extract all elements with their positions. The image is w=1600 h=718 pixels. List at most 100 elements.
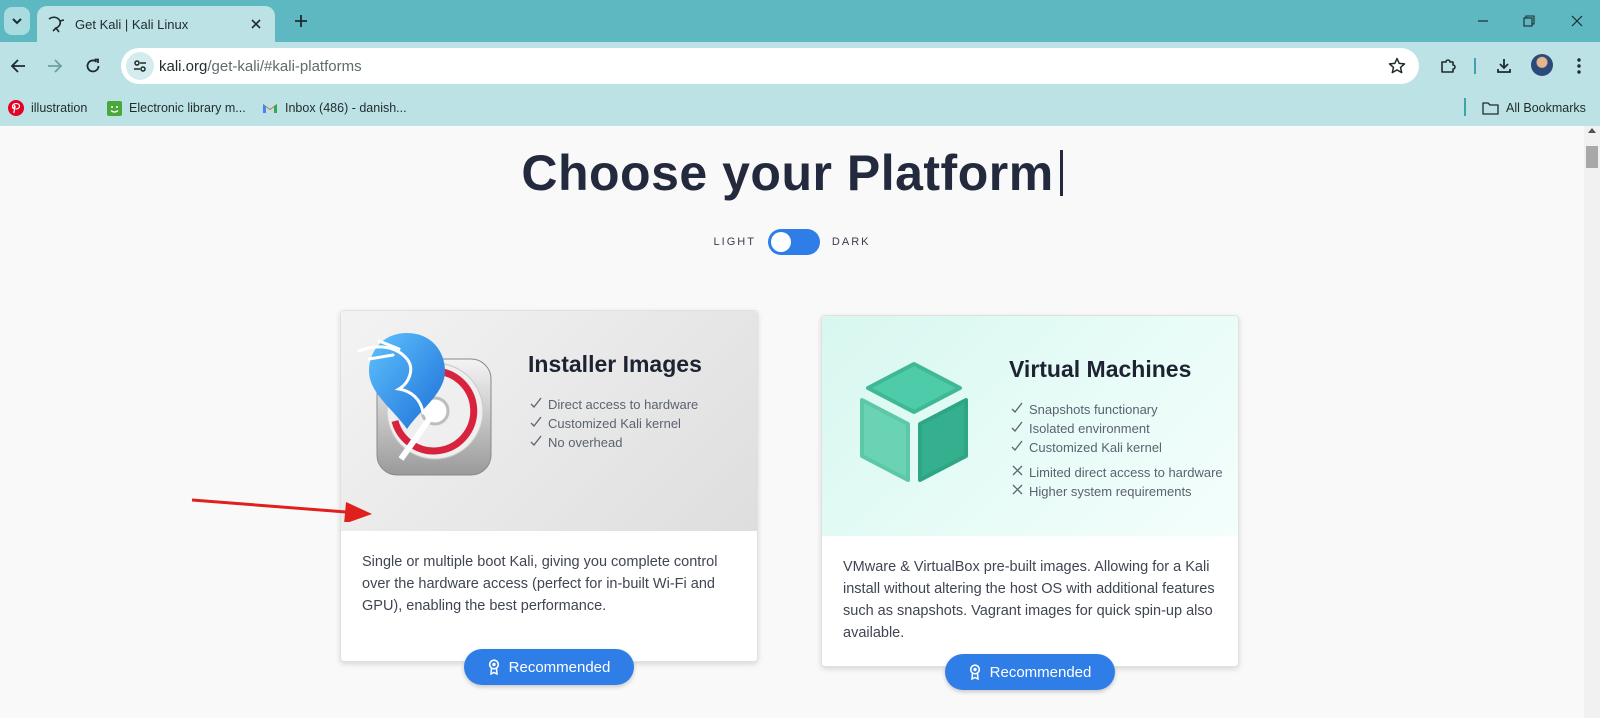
site-info-button[interactable] xyxy=(126,52,154,80)
theme-switch[interactable] xyxy=(767,229,820,255)
all-bookmarks-label: All Bookmarks xyxy=(1506,101,1586,115)
star-icon xyxy=(1388,57,1406,74)
feature-item: Higher system requirements xyxy=(1007,482,1227,501)
card-title: Installer Images xyxy=(528,351,702,377)
close-icon xyxy=(1571,15,1583,27)
tab-strip: Get Kali | Kali Linux xyxy=(0,0,1600,42)
feature-item: Customized Kali kernel xyxy=(1007,438,1227,457)
arrow-left-icon xyxy=(10,59,25,73)
feature-list: Snapshots functionary Isolated environme… xyxy=(1007,400,1227,501)
close-tab-icon[interactable] xyxy=(247,15,265,33)
check-icon xyxy=(530,416,542,427)
kebab-menu-icon xyxy=(1577,58,1581,74)
puzzle-icon xyxy=(1441,59,1456,73)
card-header: Installer Images Direct access to hardwa… xyxy=(341,311,757,531)
scrollbar[interactable] xyxy=(1584,126,1600,718)
feature-item: Snapshots functionary xyxy=(1007,400,1227,419)
installer-images-card[interactable]: Installer Images Direct access to hardwa… xyxy=(340,310,758,662)
virtual-machines-card[interactable]: Virtual Machines Snapshots functionary I… xyxy=(821,315,1239,667)
url-text: kali.org/get-kali/#kali-platforms xyxy=(159,58,362,75)
download-icon xyxy=(1497,59,1511,73)
new-tab-button[interactable] xyxy=(289,9,313,33)
url-host: kali.org xyxy=(159,58,208,75)
pinterest-icon xyxy=(8,100,24,116)
check-icon xyxy=(1011,440,1023,451)
installer-disk-icon xyxy=(357,333,492,476)
scroll-thumb[interactable] xyxy=(1586,146,1598,168)
recommended-label: Recommended xyxy=(989,663,1092,681)
downloads-button[interactable] xyxy=(1490,52,1518,80)
theme-toggle: LIGHT DARK xyxy=(0,229,1584,255)
bookmarks-divider xyxy=(1464,98,1466,116)
tab-search-button[interactable] xyxy=(4,7,30,35)
gmail-icon xyxy=(263,104,277,113)
scroll-up-icon[interactable] xyxy=(1588,128,1596,133)
bookmark-illustration[interactable]: illustration xyxy=(8,97,87,119)
heading-bold: your xyxy=(722,145,833,201)
folder-icon xyxy=(1482,102,1499,115)
close-window-button[interactable] xyxy=(1563,8,1591,34)
toggle-light-label: LIGHT xyxy=(713,236,756,248)
browser-toolbar: kali.org/get-kali/#kali-platforms xyxy=(0,42,1600,90)
feature-item: Customized Kali kernel xyxy=(526,414,746,433)
bookmark-label: illustration xyxy=(31,101,88,115)
browser-menu-button[interactable] xyxy=(1565,52,1593,80)
tab-title: Get Kali | Kali Linux xyxy=(75,16,189,32)
reload-button[interactable] xyxy=(79,52,107,80)
plus-icon xyxy=(295,15,307,27)
minimize-icon xyxy=(1478,20,1488,22)
arrow-right-icon xyxy=(48,59,63,73)
page-viewport: Choose your Platform LIGHT DARK Installe… xyxy=(0,126,1600,718)
heading-pre: Choose xyxy=(521,145,723,201)
bookmark-label: Electronic library m... xyxy=(129,101,246,115)
card-description: VMware & VirtualBox pre-built images. Al… xyxy=(843,559,1215,641)
tune-icon xyxy=(134,60,146,72)
typing-cursor xyxy=(1059,150,1063,196)
extensions-button[interactable] xyxy=(1434,52,1462,80)
check-icon xyxy=(1011,421,1023,432)
heading-post: Platform xyxy=(832,145,1054,201)
annotation-arrow-icon xyxy=(191,498,372,522)
feature-item: No overhead xyxy=(526,433,746,452)
cross-icon xyxy=(1012,484,1022,495)
card-title: Virtual Machines xyxy=(1009,356,1192,382)
chevron-down-icon xyxy=(12,18,22,25)
card-header: Virtual Machines Snapshots functionary I… xyxy=(822,316,1238,536)
minimize-button[interactable] xyxy=(1469,8,1497,34)
feature-item: Direct access to hardware xyxy=(526,395,746,414)
page-title: Choose your Platform xyxy=(0,144,1584,202)
cross-icon xyxy=(1012,465,1022,476)
award-icon xyxy=(969,664,980,680)
library-icon xyxy=(107,100,122,116)
award-icon xyxy=(488,659,499,675)
forward-button[interactable] xyxy=(41,52,69,80)
bookmark-star-button[interactable] xyxy=(1385,54,1409,78)
restore-button[interactable] xyxy=(1515,8,1543,34)
cube-icon xyxy=(860,362,968,482)
check-icon xyxy=(1011,402,1023,413)
restore-icon xyxy=(1523,15,1535,27)
kali-dragon-favicon-icon xyxy=(48,16,65,33)
bookmark-electronic-library[interactable]: Electronic library m... xyxy=(107,97,246,119)
feature-list: Direct access to hardware Customized Kal… xyxy=(526,395,746,452)
bookmarks-bar: illustration Electronic library m... Inb… xyxy=(0,90,1600,126)
card-description: Single or multiple boot Kali, giving you… xyxy=(362,554,718,614)
bookmark-inbox[interactable]: Inbox (486) - danish... xyxy=(262,97,407,119)
recommended-button[interactable]: Recommended xyxy=(464,649,634,685)
feature-item: Isolated environment xyxy=(1007,419,1227,438)
all-bookmarks-button[interactable]: All Bookmarks xyxy=(1482,97,1586,119)
toggle-dark-label: DARK xyxy=(831,236,871,248)
recommended-button[interactable]: Recommended xyxy=(945,654,1115,690)
check-icon xyxy=(530,397,542,408)
tab-active[interactable]: Get Kali | Kali Linux xyxy=(37,6,275,42)
url-path: /get-kali/#kali-platforms xyxy=(207,58,362,75)
bookmark-label: Inbox (486) - danish... xyxy=(285,101,407,115)
toolbar-divider xyxy=(1474,58,1476,74)
reload-icon xyxy=(86,58,100,73)
recommended-label: Recommended xyxy=(508,658,611,676)
check-icon xyxy=(530,435,542,446)
profile-avatar[interactable] xyxy=(1531,54,1553,76)
switch-knob xyxy=(770,232,791,252)
address-bar[interactable]: kali.org/get-kali/#kali-platforms xyxy=(121,48,1419,84)
back-button[interactable] xyxy=(4,52,32,80)
